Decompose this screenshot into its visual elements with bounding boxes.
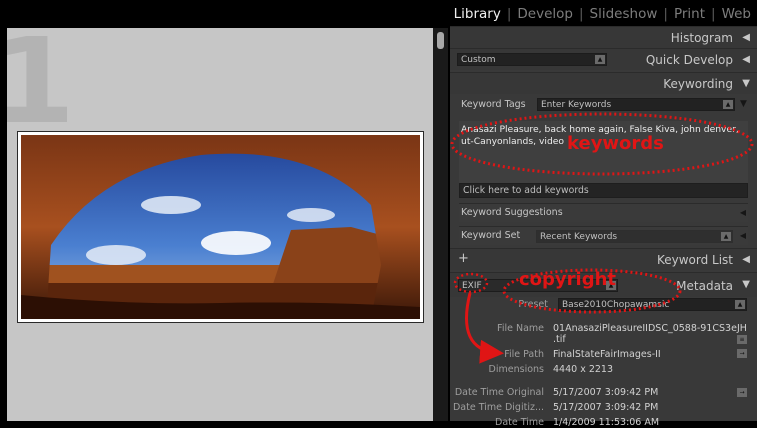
dropdown-arrow-icon: ▲: [721, 232, 731, 241]
module-separator: |: [711, 6, 716, 22]
histogram-title: Histogram: [670, 31, 733, 45]
keyword-set-value: Recent Keywords: [540, 232, 618, 242]
canyon-arch-photo: [21, 135, 420, 319]
file-name-label: File Name: [497, 323, 544, 334]
keyword-list-panel-header[interactable]: + Keyword List ◀: [450, 248, 757, 270]
collapse-left-icon: ◀: [742, 254, 750, 265]
collapse-left-icon: ◀: [742, 54, 750, 65]
dropdown-arrow-icon: ▲: [595, 55, 605, 64]
dimensions-value: 4440 x 2213: [553, 364, 614, 375]
histogram-panel-header[interactable]: Histogram ◀: [450, 26, 757, 48]
metadata-preset-dropdown[interactable]: Base2010Chopawamsic ▲: [558, 298, 747, 311]
grid-view: 1: [7, 28, 433, 421]
edit-date-icon[interactable]: →: [737, 388, 747, 397]
dropdown-arrow-icon: ▲: [735, 300, 745, 309]
keyword-tags-dropdown[interactable]: Enter Keywords ▲: [537, 98, 735, 111]
metadata-view-value: EXIF: [462, 281, 482, 291]
metadata-preset-value: Base2010Chopawamsic: [562, 300, 670, 310]
quick-develop-panel-header[interactable]: Custom ▲ Quick Develop ◀: [450, 48, 757, 70]
keyword-tags-label: Keyword Tags: [461, 99, 526, 110]
module-library[interactable]: Library: [454, 6, 501, 22]
keywords-annotation: keywords: [567, 133, 664, 154]
list-icon[interactable]: ≡: [737, 335, 747, 344]
module-develop[interactable]: Develop: [517, 6, 573, 22]
add-keyword-plus-icon[interactable]: +: [458, 251, 469, 266]
go-to-folder-icon[interactable]: →: [737, 349, 747, 358]
quick-develop-title: Quick Develop: [645, 53, 733, 67]
date-time-original-label: Date Time Original: [454, 387, 544, 398]
photo-thumbnail-frame[interactable]: [17, 131, 424, 323]
date-time-original-value: 5/17/2007 3:09:42 PM: [553, 387, 659, 398]
date-time-label: Date Time: [495, 417, 544, 428]
date-time-digitized-label: Date Time Digitiz...: [452, 402, 544, 413]
keywording-panel-header[interactable]: Keywording ▼: [450, 72, 757, 94]
file-path-value[interactable]: FinalStateFairImages-II: [553, 349, 661, 360]
module-slideshow[interactable]: Slideshow: [590, 6, 658, 22]
file-name-value[interactable]: 01AnasaziPleasureIIDSC_0588-91CS3eJH: [553, 323, 747, 334]
dropdown-arrow-icon: ▲: [723, 100, 733, 109]
quick-develop-preset-value: Custom: [461, 55, 496, 65]
date-time-value: 1/4/2009 11:53:06 AM: [553, 417, 660, 428]
keyword-suggestions-section[interactable]: Keyword Suggestions ◀: [459, 203, 748, 222]
grid-scrollbar[interactable]: [433, 28, 448, 421]
module-separator: |: [663, 6, 668, 22]
keyword-set-section[interactable]: Keyword Set Recent Keywords ▲ ◀: [459, 226, 748, 245]
dimensions-label: Dimensions: [488, 364, 544, 375]
right-panel: Histogram ◀ Custom ▲ Quick Develop ◀ Key…: [450, 26, 757, 428]
cell-index-number: 1: [7, 28, 76, 150]
expand-down-icon: ▼: [742, 78, 750, 89]
file-path-label: File Path: [504, 349, 544, 360]
add-keywords-field[interactable]: Click here to add keywords: [459, 183, 748, 198]
module-separator: |: [506, 6, 512, 22]
scrollbar-thumb[interactable]: [437, 32, 444, 49]
module-picker: Library | Develop | Slideshow | Print | Web: [454, 6, 751, 22]
date-time-digitized-value: 5/17/2007 3:09:42 PM: [553, 402, 659, 413]
keyword-tags-value: Enter Keywords: [541, 100, 612, 110]
module-separator: |: [578, 6, 584, 22]
keywording-title: Keywording: [663, 77, 733, 91]
add-keywords-placeholder: Click here to add keywords: [463, 185, 589, 196]
copyright-annotation: copyright: [519, 269, 617, 290]
file-name-value-cont[interactable]: .tif: [553, 334, 566, 345]
quick-develop-preset-dropdown[interactable]: Custom ▲: [457, 53, 607, 66]
collapse-left-icon: ◀: [742, 32, 750, 43]
keyword-suggestions-label: Keyword Suggestions: [461, 207, 563, 218]
chevron-down-icon[interactable]: ▼: [740, 99, 747, 109]
keyword-list-title: Keyword List: [656, 253, 733, 267]
keyword-set-label: Keyword Set: [461, 230, 521, 241]
photo-thumbnail[interactable]: [21, 135, 420, 319]
collapse-left-icon: ◀: [739, 208, 746, 217]
expand-down-icon: ▼: [742, 279, 750, 290]
module-web[interactable]: Web: [722, 6, 751, 22]
keyword-set-dropdown[interactable]: Recent Keywords ▲: [536, 230, 733, 243]
collapse-left-icon: ◀: [739, 231, 746, 240]
preset-label: Preset: [518, 299, 548, 310]
module-print[interactable]: Print: [674, 6, 705, 22]
metadata-title: Metadata: [676, 279, 733, 293]
